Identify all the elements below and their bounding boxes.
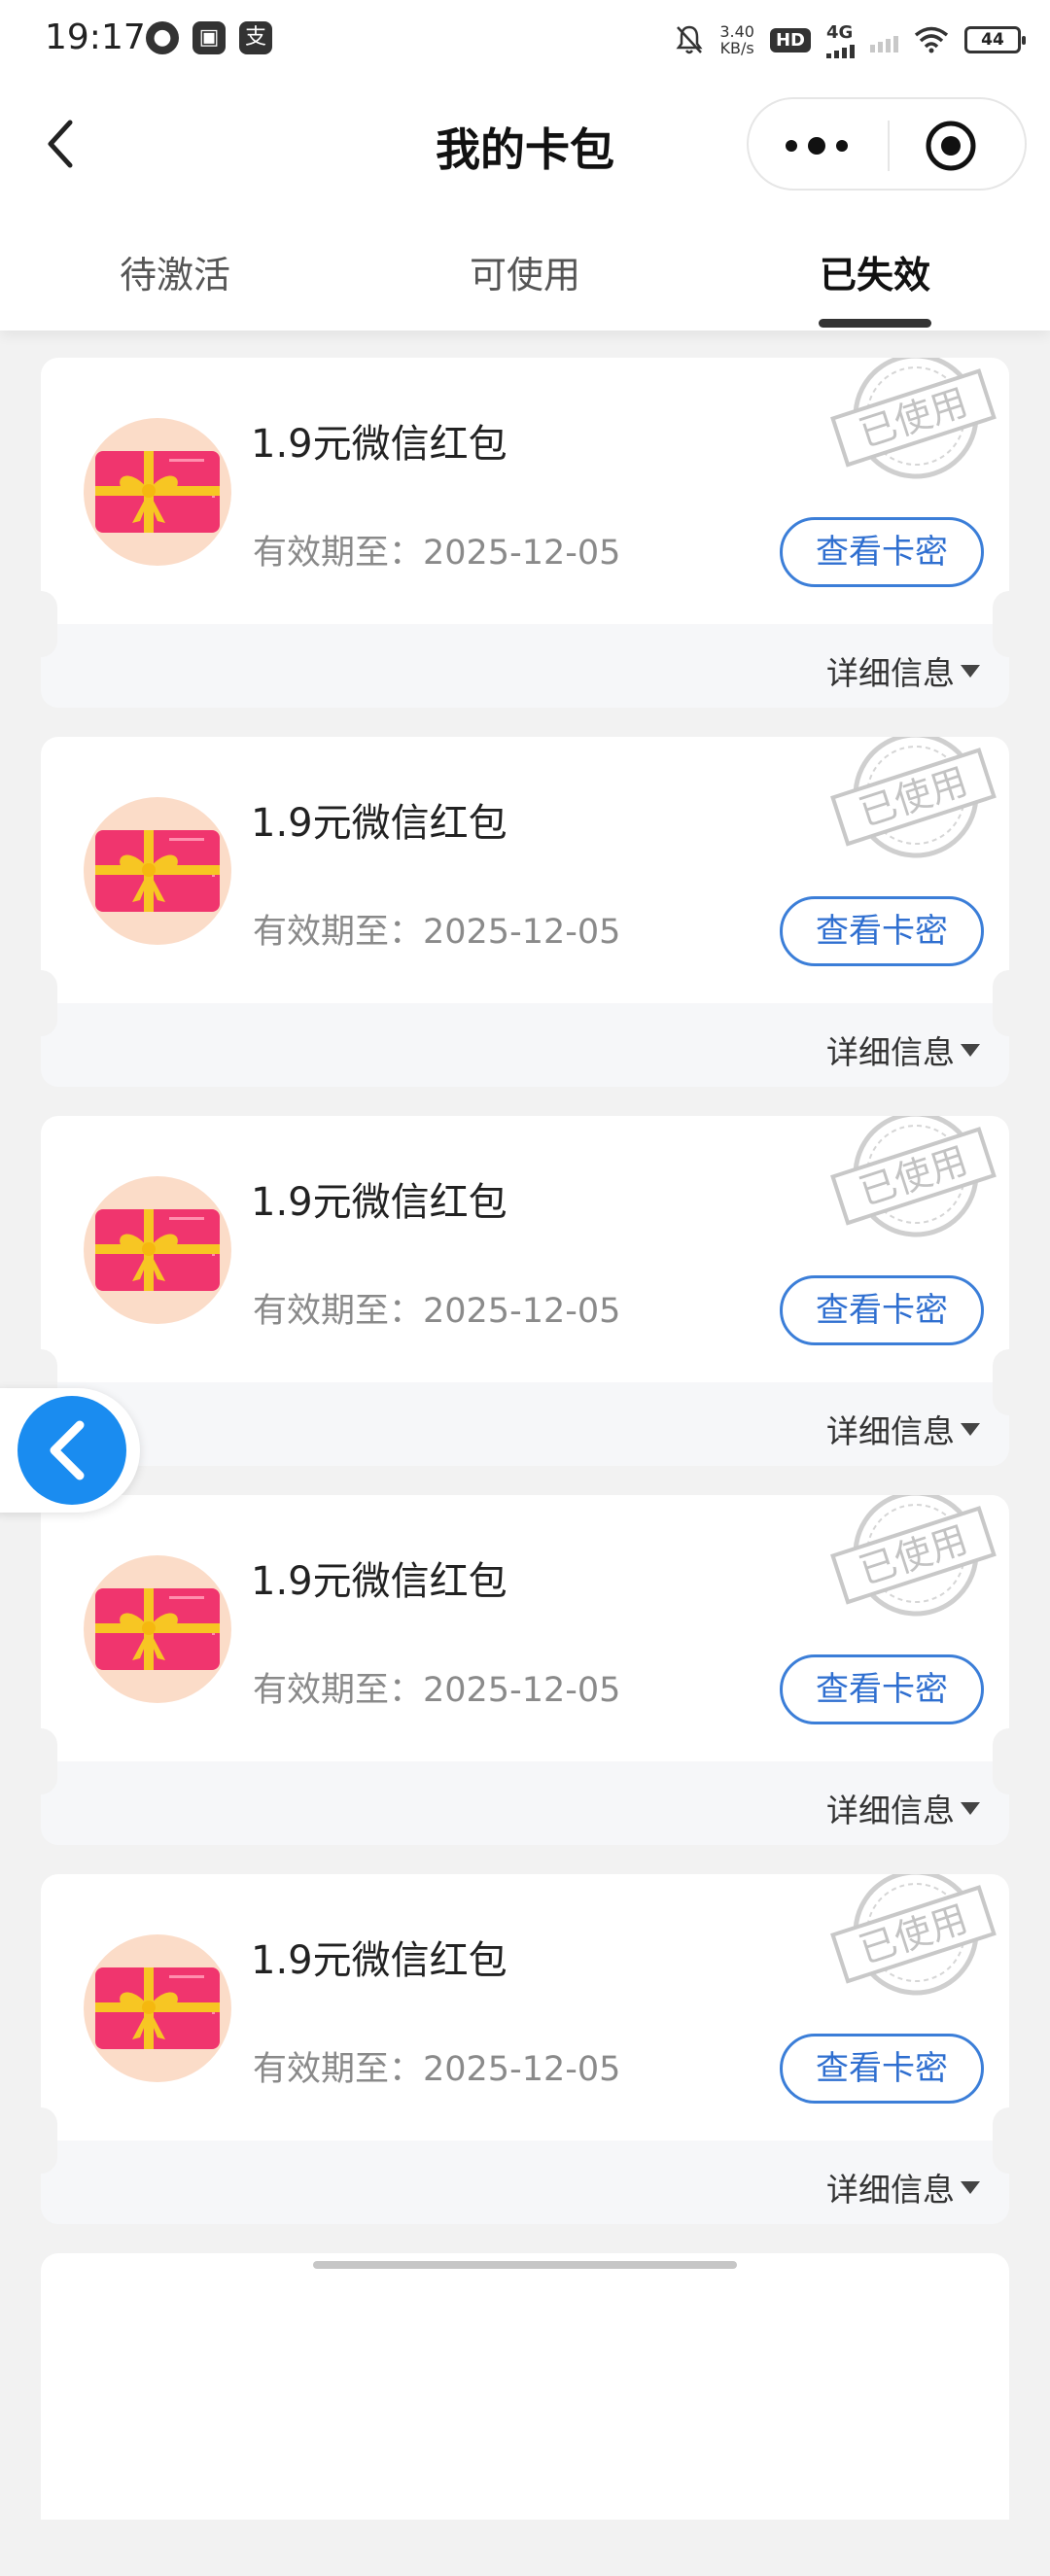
card-expiry: 有效期至：2025-12-05: [253, 913, 621, 952]
floating-back-button[interactable]: [0, 1388, 140, 1513]
signal-icon: [826, 43, 855, 58]
wifi-icon: [914, 26, 949, 53]
details-toggle[interactable]: 详细信息: [826, 1785, 980, 1831]
status-notification-icons: ● ▣ 支: [146, 21, 272, 54]
triangle-down-icon: [961, 1043, 980, 1057]
triangle-down-icon: [961, 664, 980, 678]
card-item: 1.9元微信红包 有效期至：2025-12-05 已使用 查看卡密 详细信息: [24, 710, 1026, 1087]
view-card-secret-button[interactable]: 查看卡密: [780, 1654, 984, 1724]
card-expiry: 有效期至：2025-12-05: [253, 1671, 621, 1710]
status-right-icons: 3.40 KB/s HD 4G 44: [675, 17, 1026, 62]
tab-usable[interactable]: 可使用: [350, 231, 700, 329]
view-card-secret-button[interactable]: 查看卡密: [780, 517, 984, 587]
used-stamp-icon: 已使用: [819, 737, 1009, 875]
card-notch: [993, 1349, 1026, 1415]
details-toggle[interactable]: 详细信息: [826, 647, 980, 694]
view-card-secret-button[interactable]: 查看卡密: [780, 1275, 984, 1345]
card-item: 1.9元微信红包 有效期至：2025-12-05 已使用 查看卡密 详细信息: [24, 1089, 1026, 1466]
card-title: 1.9元微信红包: [251, 1559, 508, 1604]
card-title: 1.9元微信红包: [251, 1180, 508, 1225]
active-tab-indicator: [819, 319, 931, 328]
app-icon: ▣: [192, 21, 226, 54]
signal-secondary-icon: [870, 27, 898, 52]
card-title: 1.9元微信红包: [251, 1938, 508, 1983]
details-toggle[interactable]: 详细信息: [826, 1027, 980, 1073]
details-toggle[interactable]: 详细信息: [826, 2164, 980, 2210]
triangle-down-icon: [961, 1801, 980, 1815]
card-notch: [24, 2107, 57, 2174]
card-main: [41, 2253, 1009, 2520]
close-target-icon[interactable]: [924, 119, 978, 173]
status-time: 19:17: [45, 17, 146, 57]
used-stamp-icon: 已使用: [819, 1874, 1009, 2012]
triangle-down-icon: [961, 2180, 980, 2194]
details-label: 详细信息: [826, 654, 955, 692]
card-notch: [993, 970, 1026, 1036]
card-expiry: 有效期至：2025-12-05: [253, 534, 621, 573]
net-speed-value: 3.40: [719, 22, 754, 41]
details-label: 详细信息: [826, 2171, 955, 2209]
gift-card-icon: [84, 797, 231, 945]
gift-card-icon: [84, 1176, 231, 1324]
details-label: 详细信息: [826, 1412, 955, 1450]
card-item: 1.9元微信红包 有效期至：2025-12-05 已使用 查看卡密 详细信息: [24, 1847, 1026, 2224]
view-card-secret-button[interactable]: 查看卡密: [780, 896, 984, 966]
mini-program-capsule: [747, 97, 1027, 191]
used-stamp-icon: 已使用: [819, 358, 1009, 496]
chat-bubble-icon: ●: [146, 21, 179, 54]
gift-card-icon: [84, 1555, 231, 1703]
mute-bell-icon: [676, 25, 703, 54]
view-card-secret-button[interactable]: 查看卡密: [780, 2034, 984, 2104]
home-indicator[interactable]: [313, 2261, 737, 2269]
card-item: 1.9元微信红包 有效期至：2025-12-05 已使用 查看卡密 详细信息: [24, 1468, 1026, 1845]
net-speed: 3.40 KB/s: [719, 23, 754, 56]
tab-expired[interactable]: 已失效: [700, 231, 1050, 329]
chevron-left-icon: [50, 1420, 85, 1480]
details-toggle[interactable]: 详细信息: [826, 1406, 980, 1452]
net-speed-unit: KB/s: [719, 39, 754, 57]
hd-badge: HD: [769, 27, 811, 52]
gift-card-icon: [84, 1934, 231, 2082]
signal-4g: 4G: [826, 22, 855, 58]
card-item-partial: [41, 2226, 1009, 2576]
battery-icon: 44: [964, 26, 1026, 53]
card-notch: [24, 591, 57, 657]
network-type: 4G: [826, 21, 854, 43]
card-notch: [24, 970, 57, 1036]
alipay-icon: 支: [239, 21, 272, 54]
card-notch: [993, 591, 1026, 657]
card-notch: [24, 1728, 57, 1794]
more-dots-icon[interactable]: [778, 126, 856, 165]
details-label: 详细信息: [826, 1792, 955, 1829]
card-notch: [993, 1728, 1026, 1794]
card-expiry: 有效期至：2025-12-05: [253, 2050, 621, 2089]
card-expiry: 有效期至：2025-12-05: [253, 1292, 621, 1331]
floating-back-circle: [18, 1396, 126, 1505]
capsule-divider: [888, 121, 890, 171]
status-bar: 19:17 ● ▣ 支 3.40 KB/s HD 4G 44: [0, 0, 1050, 82]
gift-card-icon: [84, 418, 231, 566]
card-item: 1.9元微信红包 有效期至：2025-12-05 已使用 查看卡密 详细信息: [24, 331, 1026, 708]
card-title: 1.9元微信红包: [251, 801, 508, 846]
used-stamp-icon: 已使用: [819, 1495, 1009, 1633]
top-header: 19:17 ● ▣ 支 3.40 KB/s HD 4G 44 我的卡包 待激活 …: [0, 0, 1050, 331]
card-title: 1.9元微信红包: [251, 422, 508, 467]
tab-bar: 待激活 可使用 已失效: [0, 231, 1050, 329]
tab-pending-activation[interactable]: 待激活: [0, 231, 350, 329]
card-notch: [993, 2107, 1026, 2174]
details-label: 详细信息: [826, 1033, 955, 1071]
triangle-down-icon: [961, 1422, 980, 1436]
used-stamp-icon: 已使用: [819, 1116, 1009, 1254]
